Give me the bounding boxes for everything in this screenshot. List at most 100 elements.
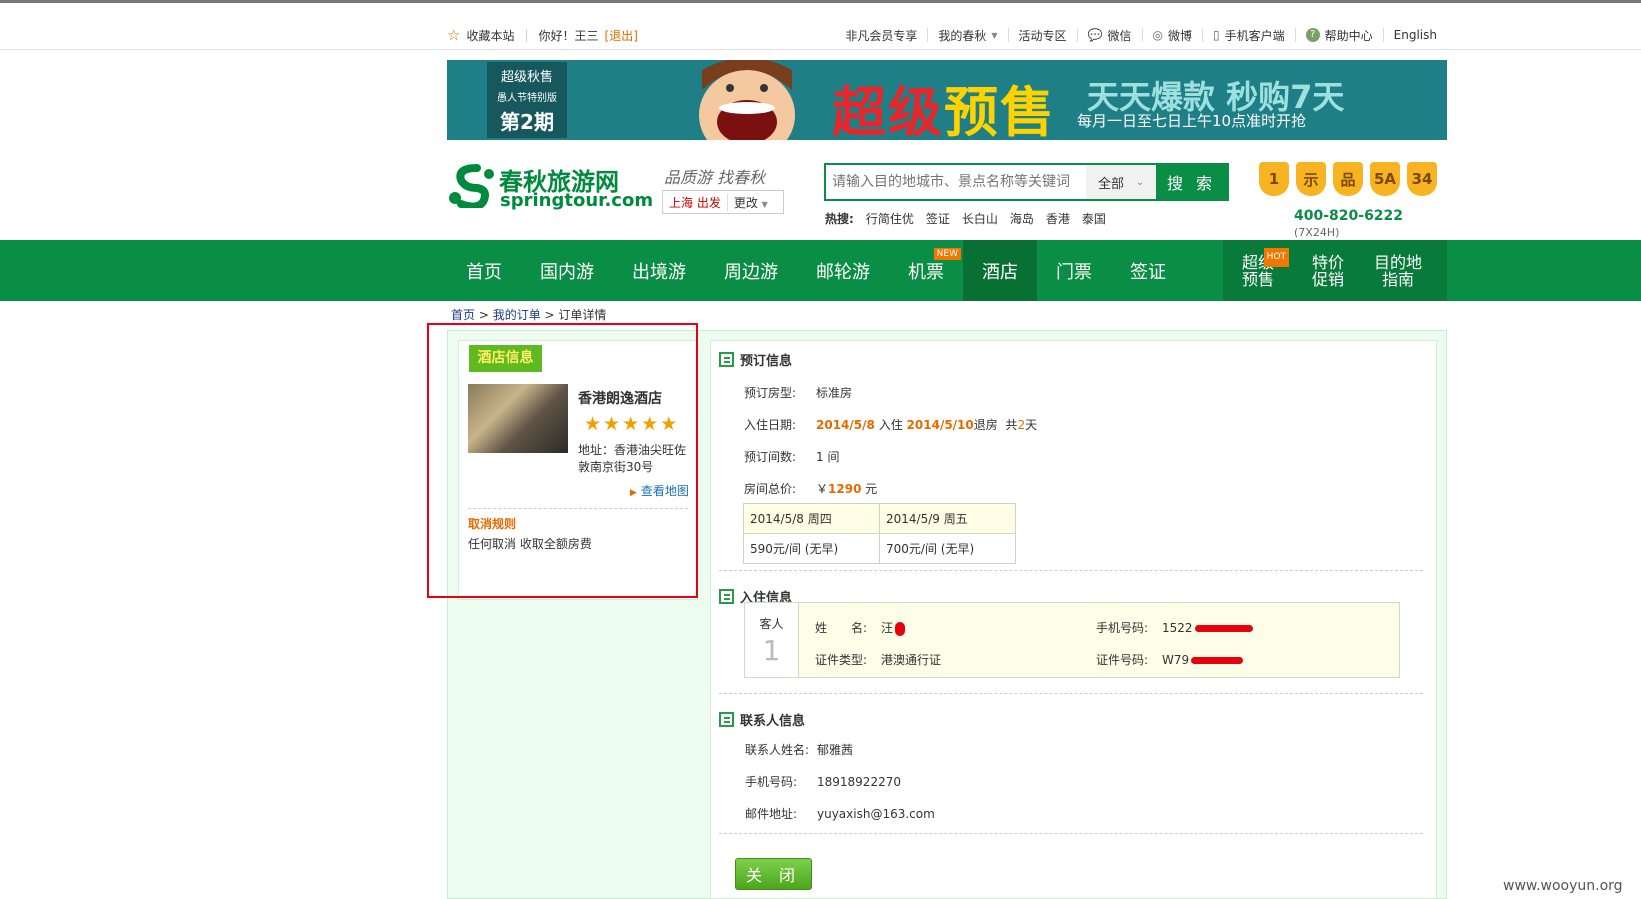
chevron-down-icon: ▼ [991,30,998,40]
badge-icon[interactable]: 5A [1370,162,1400,196]
price-value-cell: 590元/间 (无早) [743,533,880,564]
table-row: 2014/5/8 周四 2014/5/9 周五 [743,503,1016,534]
guest-id-no-label: 证件号码: [1096,653,1149,667]
logout-link[interactable]: [退出] [605,27,638,44]
nav-flights[interactable]: 机票 NEW [889,240,963,301]
promo-banner[interactable]: 超级秋售 愚人节特别版 第2期 超级预售 天天爆款 秒购7天 每月一日至七日上午… [447,60,1447,140]
logo-mark-icon [449,164,494,208]
hot-term[interactable]: 香港 [1046,210,1070,227]
wechat-icon: 💬 [1087,28,1103,42]
breadcrumb-orders[interactable]: 我的订单 [493,308,541,322]
checkout-date: 2014/5/10 [906,418,974,432]
form-icon [719,589,734,604]
greeting-text: 你好！王三 [538,28,599,43]
booking-section-title: 预订信息 [719,350,792,369]
hot-term[interactable]: 行简住优 [866,210,914,227]
divider [719,833,1423,834]
hot-term[interactable]: 海岛 [1010,210,1034,227]
contact-name-label: 联系人姓名: [745,743,810,757]
price-date-cell: 2014/5/9 周五 [879,503,1016,534]
dates-label: 入住日期: [744,418,797,432]
site-logo[interactable]: 春秋旅游网 springtour.com [447,160,653,215]
badge-icon[interactable]: 品 [1333,162,1363,196]
slogan: 品质游 找春秋 [664,168,766,187]
guest-phone-label: 手机号码: [1096,621,1149,635]
help-link[interactable]: ? 帮助中心 [1294,28,1383,43]
guest-phone-value: 1522 [1162,621,1193,635]
rooms-label: 预订间数: [744,450,797,464]
guest-id-no-value: W79 [1162,653,1190,667]
contact-email-row: 邮件地址: yuyaxish@163.com [745,805,935,822]
banner-title: 超级预售 [832,68,1056,140]
guest-number: 1 [762,634,781,667]
activity-label: 活动专区 [1018,28,1067,43]
phone-icon: ▯ [1213,28,1220,42]
nav-visa[interactable]: 签证 [1111,240,1185,301]
guest-label: 客人 [759,617,784,631]
mobile-app-link[interactable]: ▯ 手机客户端 [1202,28,1295,43]
wechat-label: 微信 [1107,28,1132,43]
contact-phone-label: 手机号码: [745,775,798,789]
search-button[interactable]: 搜 索 [1156,165,1227,199]
redaction-mark [1194,625,1253,632]
hot-term[interactable]: 长白山 [962,210,998,227]
nav-destination-guide[interactable]: 目的地指南 [1363,240,1433,301]
divider [719,693,1423,694]
hot-search-label: 热搜: [825,212,854,226]
nav-outbound[interactable]: 出境游 [613,240,705,301]
guest-id-no-field: 证件号码: W79 [1096,651,1244,668]
banner-title-b: 预售 [944,81,1056,140]
weibo-icon: ◎ [1152,28,1163,42]
contact-phone-row: 手机号码: 18918922270 [745,773,901,790]
price-date-cell: 2014/5/8 周四 [743,503,880,534]
favorite-link[interactable]: 收藏本站 [466,27,514,44]
help-label: 帮助中心 [1324,28,1373,43]
main-nav: 首页 国内游 出境游 周边游 邮轮游 机票 NEW 酒店 门票 签证 超级预售 HO… [0,240,1641,301]
badge-icon[interactable]: 34 [1407,162,1437,196]
top-bar-right: 非凡会员专享 我的春秋 ▼ 活动专区 💬 微信 ◎ 微博 ▯ 手机客户端 ? 帮助中心 E… [835,25,1447,45]
nav-nearby[interactable]: 周边游 [705,240,797,301]
breadcrumb-home[interactable]: 首页 [451,308,475,322]
weibo-link[interactable]: ◎ 微博 [1141,28,1203,43]
banner-cartoon-face [699,60,795,140]
nav-destination-guide-label: 目的地指南 [1373,252,1422,289]
room-type-row: 预订房型: 标准房 [744,384,852,401]
checkin-suffix: 入住 [878,418,903,432]
my-spring-menu[interactable]: 我的春秋 ▼ [927,28,1007,43]
search-scope-select[interactable]: 全部 ⌄ [1086,165,1156,199]
departure-city-selector[interactable]: 上海 出发 更改 ▼ [662,190,784,214]
search-bar: 全部 ⌄ 搜 索 [824,163,1229,201]
nav-special-offer[interactable]: 特价促销 [1293,240,1363,301]
activity-link[interactable]: 活动专区 [1007,28,1077,43]
new-badge: NEW [933,248,961,260]
wechat-link[interactable]: 💬 微信 [1076,28,1142,43]
close-button[interactable]: 关 闭 [735,858,812,890]
change-city-button[interactable]: 更改 ▼ [726,193,774,211]
nav-home[interactable]: 首页 [447,240,521,301]
search-input[interactable] [826,165,1086,199]
nav-cruise[interactable]: 邮轮游 [797,240,889,301]
vip-link[interactable]: 非凡会员专享 [835,28,927,43]
nav-hotel[interactable]: 酒店 [963,240,1037,301]
hot-term[interactable]: 签证 [926,210,950,227]
top-bar: ☆ 收藏本站 | 你好！王三 [退出] 非凡会员专享 我的春秋 ▼ 活动专区 💬 微… [0,3,1641,50]
room-type-label: 预订房型: [744,386,797,400]
nav-super-presale[interactable]: 超级预售 HOT [1223,240,1293,301]
highlight-annotation-box [427,323,698,598]
guest-id-type-label: 证件类型: [815,653,868,667]
divider: | [524,28,529,42]
banner-badge-line3: 第2期 [500,110,554,134]
english-link[interactable]: English [1382,28,1447,42]
badge-icon[interactable]: 示 [1296,162,1326,196]
english-label: English [1393,28,1437,42]
nights-prefix: 共 [1005,418,1018,432]
nav-tickets[interactable]: 门票 [1037,240,1111,301]
departure-city: 上海 出发 [669,195,721,210]
nights-suffix: 天 [1025,418,1038,432]
badge-icon[interactable]: 1 [1259,162,1289,196]
star-icon[interactable]: ☆ [447,26,460,44]
hot-term[interactable]: 泰国 [1082,210,1106,227]
nav-domestic[interactable]: 国内游 [521,240,613,301]
logo-text-en: springtour.com [500,190,654,211]
guest-index: 客人 1 [745,603,799,677]
